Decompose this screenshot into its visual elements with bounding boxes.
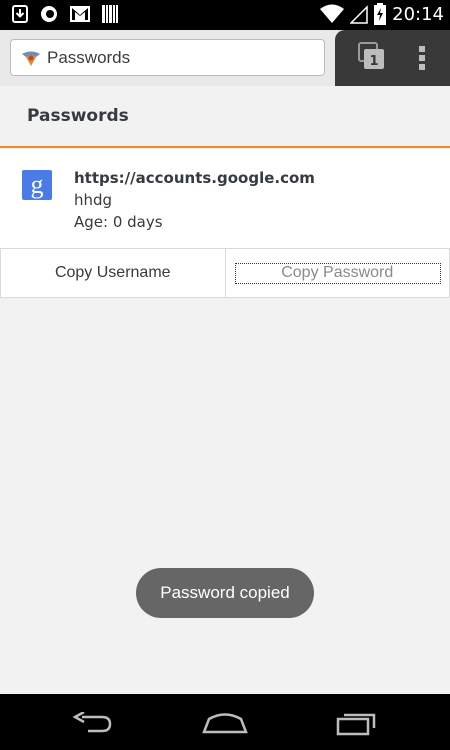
entry-url: https://accounts.google.com [74,169,315,187]
page-favicon-icon [22,51,40,66]
tabs-area [335,30,450,86]
gmail-icon [70,6,90,22]
url-bar[interactable]: Passwords [10,39,325,76]
tabs-counter-icon[interactable]: 1 [358,42,386,72]
toast-message: Password copied [160,583,290,602]
entry-actions: Copy Username Copy Password [0,248,450,298]
entry-username: hhdg [74,191,113,209]
copy-password-button[interactable]: Copy Password [226,249,450,297]
status-time: 20:14 [392,3,444,25]
entry-age: Age: 0 days [74,213,163,231]
password-entry[interactable]: g https://accounts.google.com hhdg Age: … [0,149,450,248]
overflow-menu-icon[interactable] [412,44,432,72]
barcode-icon [102,5,118,23]
copy-username-label: Copy Username [54,264,171,281]
tabs-count: 1 [369,54,378,69]
signal-icon [350,5,368,24]
url-text: Passwords [47,47,131,67]
download-icon [12,5,28,23]
back-icon[interactable] [72,712,114,734]
firefox-icon [41,6,57,22]
wifi-icon [320,4,345,23]
page-header: Passwords [0,86,450,148]
status-bar: 20:14 [0,0,450,30]
copy-username-button[interactable]: Copy Username [0,249,226,297]
recent-apps-icon[interactable] [336,710,378,736]
battery-charging-icon [374,3,387,25]
toast-notification: Password copied [136,568,314,618]
home-icon[interactable] [202,712,248,734]
focus-ring [234,263,441,284]
page-title: Passwords [27,106,129,126]
google-site-icon: g [22,170,52,200]
